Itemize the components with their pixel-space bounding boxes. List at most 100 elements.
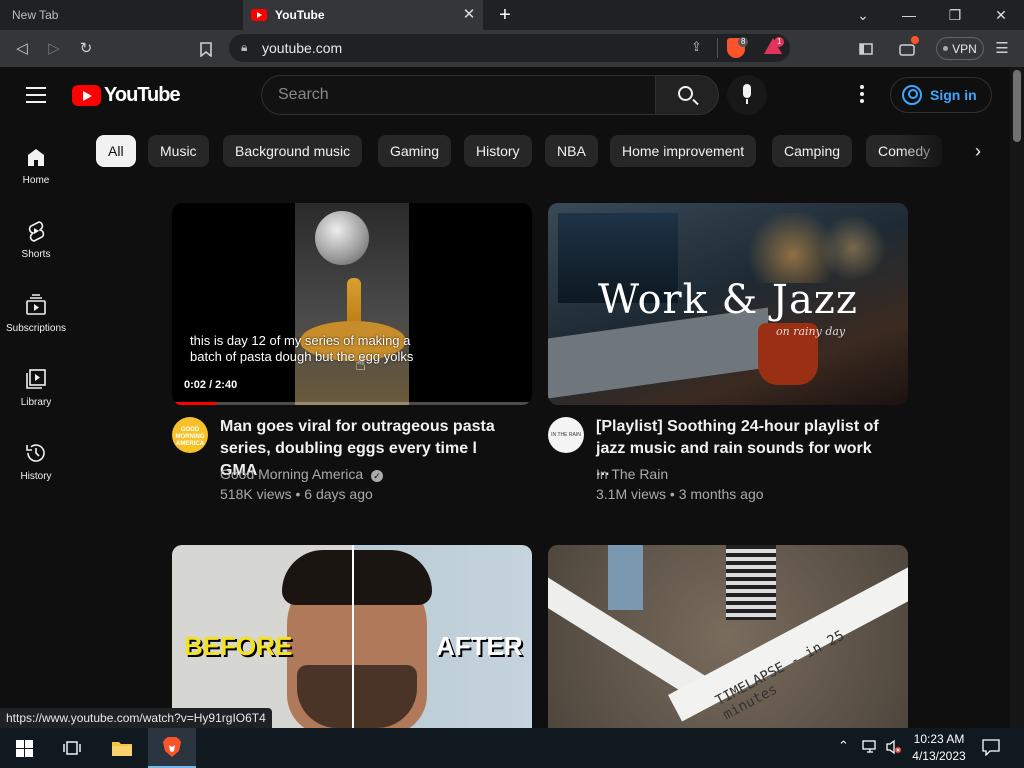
guide-label: Home: [22, 175, 50, 186]
guide-label: History: [20, 471, 52, 482]
person-right-graphic: [726, 545, 776, 620]
link-status-bubble: https://www.youtube.com/watch?v=Hy91rgIO…: [0, 708, 272, 728]
system-clock[interactable]: 10:23 AM 4/13/2023: [908, 731, 970, 765]
shorts-icon: [24, 219, 48, 243]
action-center-icon[interactable]: [982, 739, 1000, 761]
tab-label: YouTube: [275, 8, 325, 22]
file-explorer-button[interactable]: [98, 728, 146, 768]
close-tab-icon[interactable]: ✕: [461, 7, 477, 23]
chip-music[interactable]: Music: [148, 135, 209, 167]
search-box: [261, 75, 656, 115]
share-icon[interactable]: ⇪: [691, 39, 702, 55]
filter-chip-bar: All Music Background music Gaming Histor…: [96, 135, 956, 167]
bookmark-icon[interactable]: [195, 38, 217, 60]
chip-nba[interactable]: NBA: [545, 135, 598, 167]
clock-date: 4/13/2023: [912, 749, 966, 763]
chip-background-music[interactable]: Background music: [223, 135, 363, 167]
volume-muted-icon[interactable]: [885, 739, 903, 760]
thumbnail-overlay-title: Work & Jazz: [598, 277, 858, 323]
subscriptions-icon: [24, 293, 48, 317]
guide-item-history[interactable]: History: [0, 441, 72, 515]
thumbnail-overlay-subtitle: on rainy day: [776, 325, 846, 338]
library-icon: [24, 367, 48, 391]
voice-search-button[interactable]: [727, 75, 767, 115]
chip-all[interactable]: All: [96, 135, 136, 167]
video-thumbnail[interactable]: Work & Jazz on rainy day: [548, 203, 908, 405]
task-view-icon: [63, 741, 81, 755]
youtube-logo[interactable]: YouTube: [72, 84, 181, 107]
reload-icon[interactable]: ↻: [75, 38, 97, 60]
progress-fill: [172, 402, 217, 405]
search-input[interactable]: [278, 85, 638, 105]
progress-track[interactable]: [172, 402, 532, 405]
minimize-button[interactable]: —: [886, 0, 932, 30]
sign-in-label: Sign in: [930, 87, 977, 103]
thumbnail-overlay-before: BEFORE: [184, 631, 293, 661]
shields-badge: 8: [738, 37, 749, 47]
tab-new-tab[interactable]: New Tab: [0, 0, 242, 30]
video-thumbnail[interactable]: TIMELAPSE - in 25 minutes: [548, 545, 908, 728]
forward-icon[interactable]: ▷: [43, 38, 65, 60]
browser-menu-icon[interactable]: ☰: [991, 38, 1013, 60]
history-icon: [24, 441, 48, 465]
chevron-right-icon[interactable]: ›: [962, 135, 994, 167]
chip-fade: [900, 135, 960, 167]
guide-item-shorts[interactable]: Shorts: [0, 219, 72, 293]
beard-graphic: [297, 665, 417, 728]
address-bar[interactable]: 🔒︎ youtube.com ⇪ 8 1: [229, 34, 790, 62]
tab-youtube[interactable]: YouTube ✕: [243, 0, 483, 30]
youtube-logo-icon: [72, 85, 101, 106]
channel-name[interactable]: Good Morning America ✓: [220, 466, 384, 482]
avatar-text: IN THE RAIN: [551, 432, 581, 438]
show-hidden-icons-chevron-icon[interactable]: ⌃: [838, 738, 849, 754]
new-tab-button[interactable]: +: [494, 4, 516, 26]
task-view-button[interactable]: [48, 728, 96, 768]
chip-camping[interactable]: Camping: [772, 135, 853, 167]
close-window-button[interactable]: ✕: [978, 0, 1024, 30]
network-icon[interactable]: [862, 739, 880, 760]
sidebar-toggle-icon[interactable]: [855, 38, 877, 60]
guide-item-home[interactable]: Home: [0, 145, 72, 219]
omnibox-divider: [717, 38, 718, 58]
folder-icon: [112, 742, 132, 756]
guide-item-library[interactable]: Library: [0, 367, 72, 441]
start-button[interactable]: [0, 728, 48, 768]
clock-time: 10:23 AM: [913, 732, 965, 746]
guide-menu-icon[interactable]: [26, 87, 46, 103]
search-button[interactable]: [655, 75, 719, 115]
channel-avatar[interactable]: IN THE RAIN: [548, 417, 584, 453]
settings-kebab-icon[interactable]: [852, 85, 872, 105]
verified-icon: ✓: [371, 470, 384, 482]
bokeh-lights-graphic: [748, 213, 898, 283]
sign-in-button[interactable]: Sign in: [890, 77, 992, 113]
chip-history[interactable]: History: [464, 135, 532, 167]
bowl-graphic: [315, 211, 369, 265]
guide-item-subscriptions[interactable]: Subscriptions: [0, 293, 72, 367]
vpn-label: VPN: [952, 41, 977, 56]
vpn-button[interactable]: VPN: [936, 37, 984, 60]
restore-button[interactable]: ❐: [932, 0, 978, 30]
chip-home-improvement[interactable]: Home improvement: [610, 135, 757, 167]
brave-taskbar-button[interactable]: [148, 728, 196, 768]
account-icon: [902, 85, 922, 105]
windows-logo-icon: [15, 739, 33, 757]
lock-icon: 🔒︎: [241, 40, 248, 54]
address-url: youtube.com: [262, 40, 343, 56]
windows-taskbar: ⌃ 10:23 AM 4/13/2023: [0, 728, 1024, 768]
vpn-status-dot: [943, 46, 949, 51]
channel-name[interactable]: In The Rain: [596, 466, 668, 482]
wallet-notification-dot: [911, 36, 919, 44]
channel-avatar[interactable]: GOOD MORNING AMERICA: [172, 417, 208, 453]
home-icon: [24, 145, 48, 169]
avatar-text: GOOD MORNING AMERICA: [175, 427, 205, 447]
tab-label: New Tab: [12, 8, 59, 22]
video-meta: 3.1M views • 3 months ago: [596, 486, 764, 502]
back-icon[interactable]: ◁: [11, 38, 33, 60]
video-thumbnail[interactable]: this is day 12 of my series of making a …: [172, 203, 532, 405]
tab-search-chevron-icon[interactable]: ⌄: [840, 0, 886, 30]
scrollbar-track[interactable]: [1010, 67, 1024, 728]
video-thumbnail[interactable]: BEFORE AFTER: [172, 545, 532, 728]
wallet-icon[interactable]: [896, 36, 919, 60]
scrollbar-thumb[interactable]: [1013, 70, 1021, 142]
chip-gaming[interactable]: Gaming: [378, 135, 452, 167]
